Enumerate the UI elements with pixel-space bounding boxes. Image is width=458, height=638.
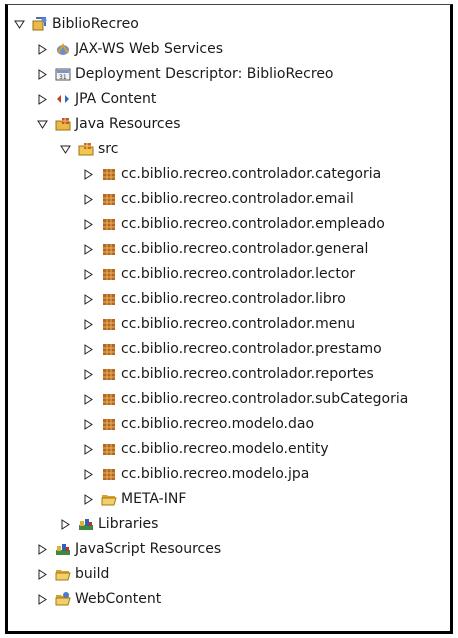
expand-arrow-down-icon[interactable] — [37, 119, 48, 130]
tree-item-label: cc.biblio.recreo.controlador.prestamo — [121, 341, 382, 357]
tree-item[interactable]: cc.biblio.recreo.controlador.reportes — [83, 363, 374, 385]
tree-item-label: JAX-WS Web Services — [75, 41, 224, 57]
expand-arrow-right-icon[interactable] — [83, 443, 94, 455]
tree-item[interactable]: JAX-WS Web Services — [37, 38, 223, 60]
tree-item-label: src — [98, 141, 119, 157]
expand-arrow-down-icon[interactable] — [14, 19, 25, 30]
tree-item[interactable]: cc.biblio.recreo.modelo.dao — [83, 413, 314, 435]
tree-item-label: BiblioRecreo — [52, 16, 139, 32]
web-folder-icon — [55, 591, 71, 607]
tree-item-label: cc.biblio.recreo.controlador.menu — [121, 316, 356, 332]
expand-arrow-right-icon[interactable] — [83, 243, 94, 255]
tree-item[interactable]: cc.biblio.recreo.controlador.lector — [83, 263, 355, 285]
tree-item-label: cc.biblio.recreo.modelo.dao — [121, 416, 315, 432]
tree-item-label: cc.biblio.recreo.controlador.libro — [121, 291, 346, 307]
tree-item-label: cc.biblio.recreo.controlador.reportes — [121, 366, 374, 382]
project-explorer-panel: BiblioRecreo JAX-WS Web Services 31 Deploym… — [5, 4, 453, 634]
project-icon — [32, 16, 48, 32]
tree-item[interactable]: cc.biblio.recreo.controlador.general — [83, 238, 368, 260]
tree-item[interactable]: src — [60, 138, 118, 160]
expand-arrow-right-icon[interactable] — [83, 418, 94, 430]
tree-item[interactable]: cc.biblio.recreo.controlador.prestamo — [83, 338, 382, 360]
tree-item-label: cc.biblio.recreo.modelo.entity — [121, 441, 329, 457]
expand-arrow-right-icon[interactable] — [83, 318, 94, 330]
package-icon — [101, 166, 117, 182]
expand-arrow-right-icon[interactable] — [37, 593, 48, 605]
libraries-icon — [78, 516, 94, 532]
folder-icon — [101, 491, 117, 507]
tree-item[interactable]: cc.biblio.recreo.controlador.email — [83, 188, 354, 210]
expand-arrow-right-icon[interactable] — [37, 43, 48, 55]
java-resources-icon — [55, 116, 71, 132]
package-icon — [101, 191, 117, 207]
tree-item[interactable]: cc.biblio.recreo.controlador.subCategori… — [83, 388, 408, 410]
tree-item[interactable]: JPA Content — [37, 88, 156, 110]
tree-item-label: cc.biblio.recreo.controlador.categoria — [121, 166, 382, 182]
tree-item-label: cc.biblio.recreo.controlador.general — [121, 241, 369, 257]
package-icon — [101, 291, 117, 307]
jpa-icon — [55, 91, 71, 107]
package-icon — [101, 216, 117, 232]
expand-arrow-right-icon[interactable] — [83, 468, 94, 480]
package-icon — [101, 266, 117, 282]
package-icon — [101, 416, 117, 432]
tree-item-label: JavaScript Resources — [75, 541, 222, 557]
svg-text:31: 31 — [59, 74, 67, 81]
tree-item[interactable]: cc.biblio.recreo.controlador.menu — [83, 313, 355, 335]
tree-item[interactable]: build — [37, 563, 109, 585]
expand-arrow-right-icon[interactable] — [83, 368, 94, 380]
tree-item-label: Java Resources — [75, 116, 181, 132]
tree-item[interactable]: cc.biblio.recreo.controlador.libro — [83, 288, 346, 310]
package-icon — [101, 241, 117, 257]
tree-item-label: build — [75, 566, 110, 582]
tree-item[interactable]: WebContent — [37, 588, 161, 610]
web-services-icon — [55, 41, 71, 57]
tree-item-label: META-INF — [121, 491, 187, 507]
deployment-descriptor-icon: 31 — [55, 66, 71, 82]
package-icon — [101, 466, 117, 482]
tree-item[interactable]: Java Resources — [37, 113, 181, 135]
package-icon — [101, 391, 117, 407]
tree-item-label: JPA Content — [75, 91, 157, 107]
expand-arrow-right-icon[interactable] — [83, 218, 94, 230]
tree-item[interactable]: cc.biblio.recreo.modelo.entity — [83, 438, 329, 460]
expand-arrow-right-icon[interactable] — [37, 543, 48, 555]
tree-item[interactable]: cc.biblio.recreo.modelo.jpa — [83, 463, 309, 485]
expand-arrow-right-icon[interactable] — [37, 93, 48, 105]
expand-arrow-right-icon[interactable] — [83, 268, 94, 280]
expand-arrow-right-icon[interactable] — [60, 518, 71, 530]
package-icon — [101, 341, 117, 357]
expand-arrow-right-icon[interactable] — [83, 293, 94, 305]
libraries-icon — [55, 541, 71, 557]
expand-arrow-right-icon[interactable] — [83, 343, 94, 355]
expand-arrow-right-icon[interactable] — [83, 168, 94, 180]
source-folder-icon — [78, 141, 94, 157]
tree-item[interactable]: cc.biblio.recreo.controlador.categoria — [83, 163, 381, 185]
expand-arrow-right-icon[interactable] — [83, 193, 94, 205]
tree-item-label: cc.biblio.recreo.controlador.empleado — [121, 216, 385, 232]
tree-item-label: cc.biblio.recreo.modelo.jpa — [121, 466, 310, 482]
tree-item[interactable]: Libraries — [60, 513, 158, 535]
expand-arrow-right-icon[interactable] — [83, 393, 94, 405]
package-icon — [101, 366, 117, 382]
tree-item[interactable]: JavaScript Resources — [37, 538, 221, 560]
folder-icon — [55, 566, 71, 582]
expand-arrow-right-icon[interactable] — [37, 68, 48, 80]
package-icon — [101, 441, 117, 457]
expand-arrow-right-icon[interactable] — [83, 493, 94, 505]
tree-item[interactable]: 31 Deployment Descriptor: BiblioRecreo — [37, 63, 334, 85]
tree-item-label: cc.biblio.recreo.controlador.lector — [121, 266, 356, 282]
expand-arrow-down-icon[interactable] — [60, 144, 71, 155]
tree-item-label: Deployment Descriptor: BiblioRecreo — [75, 66, 334, 82]
tree-item-label: Libraries — [98, 516, 159, 532]
tree-item[interactable]: cc.biblio.recreo.controlador.empleado — [83, 213, 385, 235]
package-icon — [101, 316, 117, 332]
expand-arrow-right-icon[interactable] — [37, 568, 48, 580]
tree-item-label: cc.biblio.recreo.controlador.email — [121, 191, 354, 207]
tree-item[interactable]: BiblioRecreo — [14, 13, 139, 35]
tree-item[interactable]: META-INF — [83, 488, 186, 510]
tree-item-label: WebContent — [75, 591, 162, 607]
tree-item-label: cc.biblio.recreo.controlador.subCategori… — [121, 391, 409, 407]
